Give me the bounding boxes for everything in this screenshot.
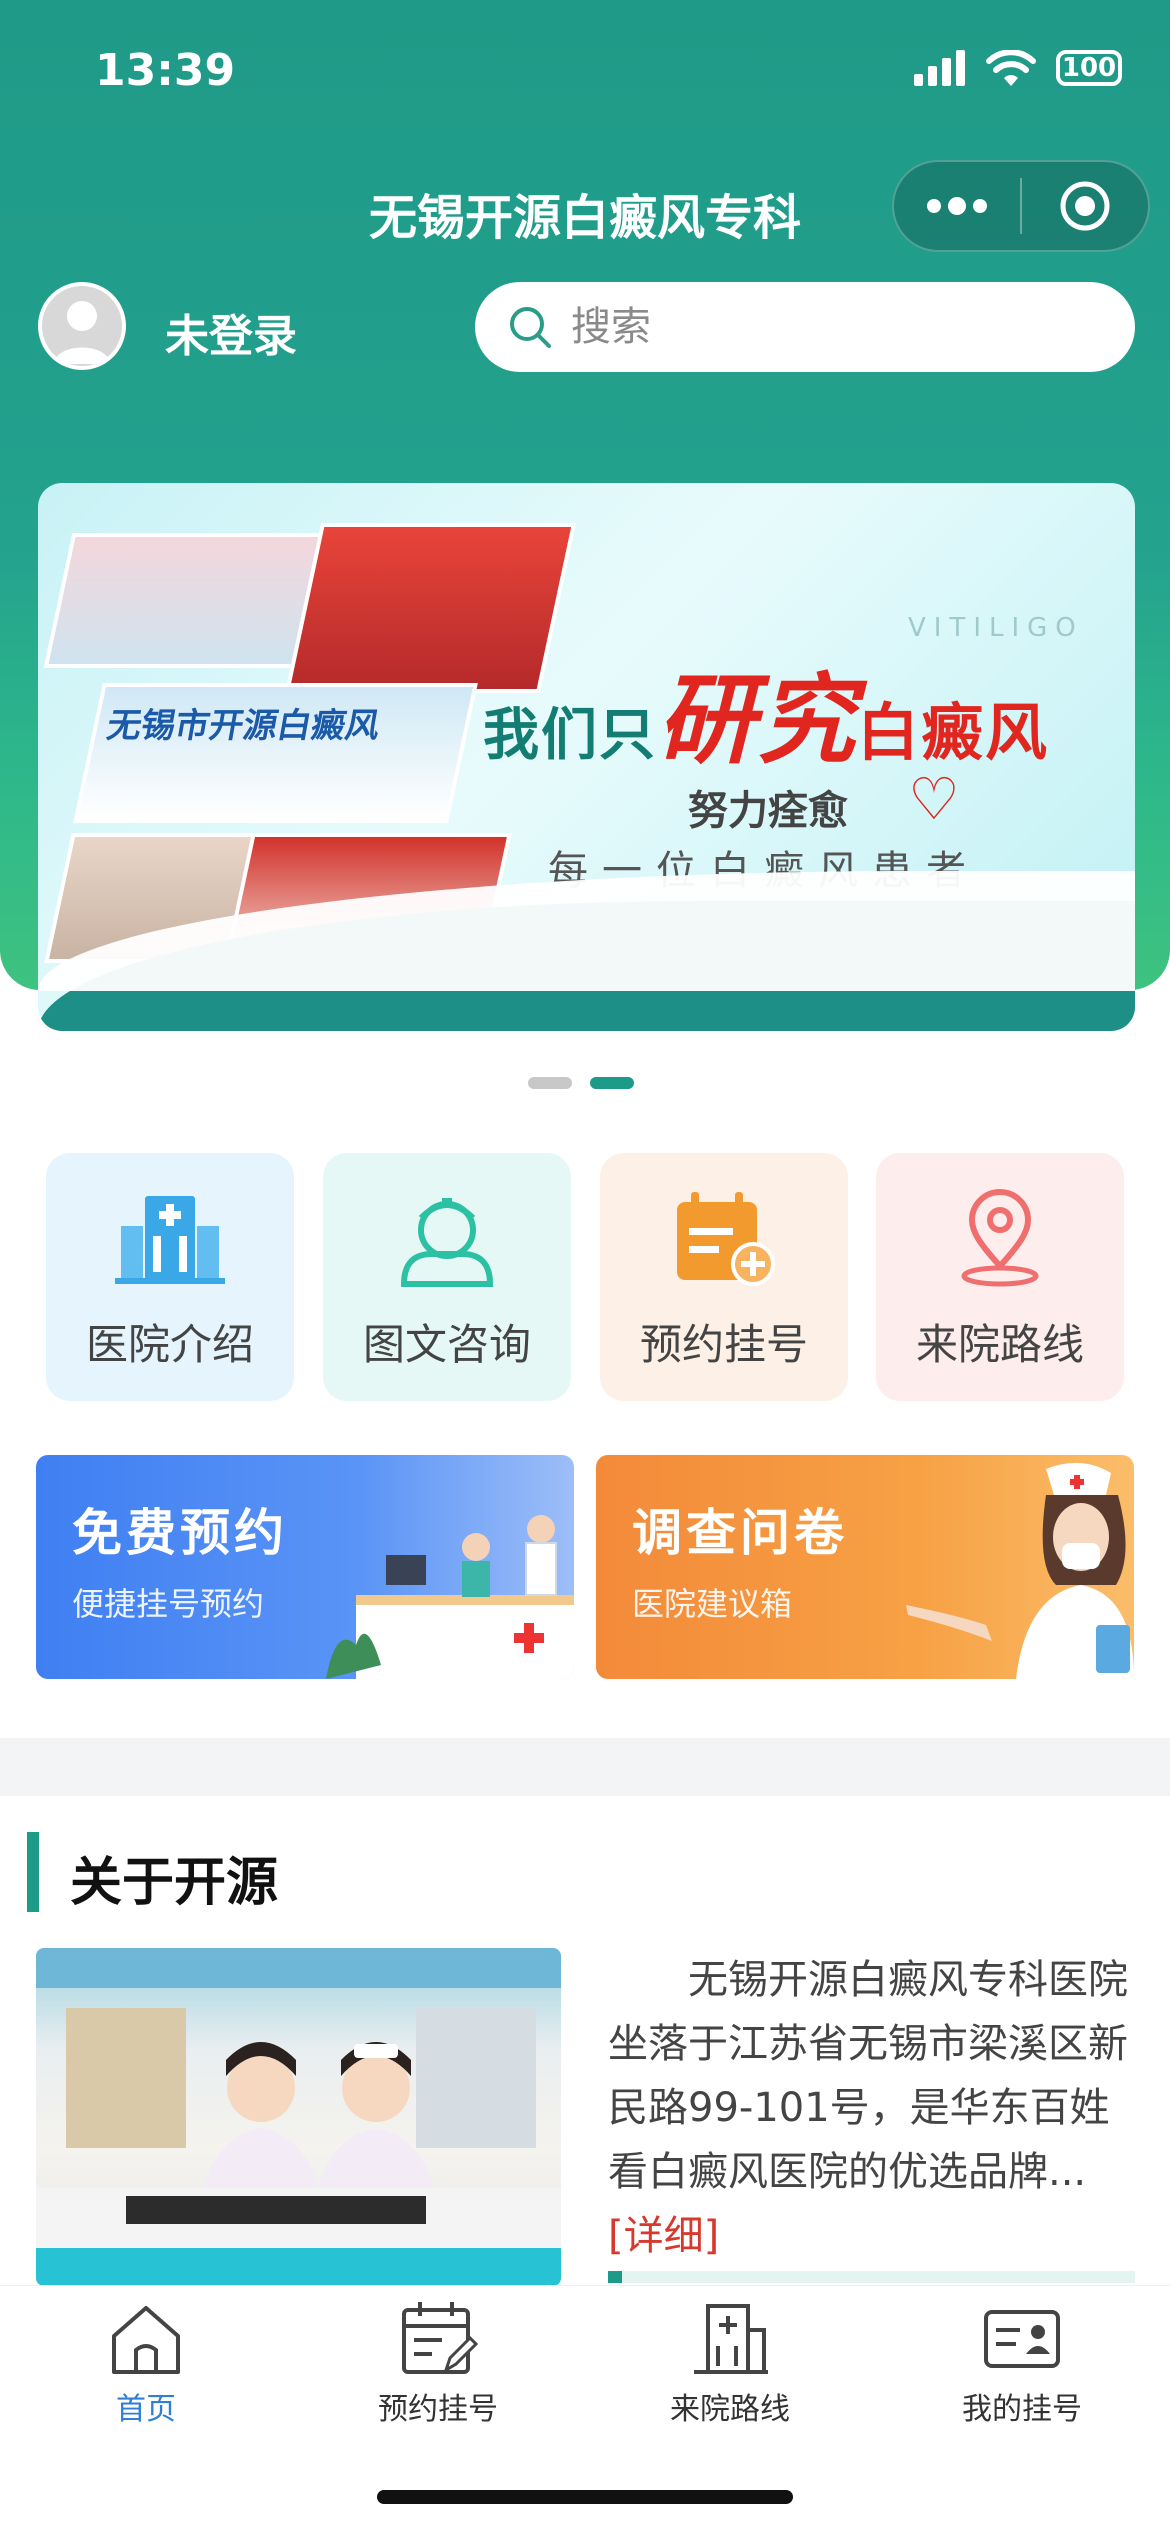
survey-subtitle: 医院建议箱 [632,1585,793,1623]
user-avatar[interactable] [38,282,126,370]
home-indicator[interactable] [377,2490,793,2504]
section-divider [0,1738,1170,1796]
banner-caption: 无锡市开源白癜风 [103,706,383,746]
search-input[interactable] [569,303,1093,351]
nurse-illustration [906,1462,1134,1679]
free-appointment-title: 免费预约 [72,1504,288,1562]
wifi-icon [986,50,1036,86]
about-more-link[interactable]: [详细] [608,2213,719,2259]
reception-desk-illustration [326,1515,574,1679]
mini-program-capsule [892,160,1150,252]
free-appointment-card[interactable]: 免费预约 便捷挂号预约 [36,1455,574,1679]
quick-nav-hospital-intro[interactable]: 医院介绍 [46,1153,294,1401]
banner-headline-suffix: 白癜风 [857,696,1050,769]
default-avatar-icon [54,301,110,364]
survey-card[interactable]: 调查问卷 医院建议箱 [596,1455,1134,1679]
quick-nav-label: 预约挂号 [639,1320,808,1369]
status-icons: 100 [914,50,1122,86]
quick-nav-appointment[interactable]: 预约挂号 [600,1153,848,1401]
reception-staff-photo [36,1948,561,2286]
carousel-dot-active[interactable] [590,1077,634,1089]
target-circle-icon [1060,181,1110,231]
banner-headline-highlight: 研究 [657,663,858,778]
status-time: 13:39 [95,45,236,96]
banner-carousel[interactable]: 无锡市开源白癜风 VITILIGO 我们只研究白癜风 努力痊愈 ♡ 每一位白癜风… [38,483,1135,1031]
about-section-title: 关于开源 [70,1853,279,1913]
tab-my-registrations[interactable]: 我的挂号 [876,2300,1168,2428]
signal-icon [914,50,965,86]
banner-headline-prefix: 我们只 [483,703,657,768]
search-bar[interactable] [475,282,1135,372]
location-pin-icon [945,1183,1055,1293]
calendar-add-icon [669,1183,779,1293]
tab-label: 来院路线 [670,2392,790,2427]
nurse-consult-icon [392,1183,502,1293]
home-icon [112,2306,180,2374]
carousel-dot[interactable] [528,1077,572,1089]
id-card-icon [984,2310,1060,2368]
about-hospital-photo[interactable] [36,1948,561,2286]
quick-nav-label: 医院介绍 [85,1320,254,1369]
login-status[interactable]: 未登录 [165,300,297,364]
banner-subline: 努力痊愈 [688,788,848,834]
more-dots-icon [927,197,987,215]
tab-label: 预约挂号 [378,2392,498,2427]
tab-home[interactable]: 首页 [0,2300,292,2428]
section-accent-bar [27,1832,39,1912]
heart-icon: ♡ [908,765,960,833]
quick-nav-route[interactable]: 来院路线 [876,1153,1124,1401]
free-appointment-subtitle: 便捷挂号预约 [72,1585,265,1623]
tab-label: 首页 [116,2392,176,2427]
about-text: 无锡开源白癜风专科医院坐落于江苏省无锡市梁溪区新民路99-101号，是华东百姓看… [608,1957,1128,2195]
about-description: 无锡开源白癜风专科医院坐落于江苏省无锡市梁溪区新民路99-101号，是华东百姓看… [608,1948,1128,2268]
hospital-building-icon [115,1183,225,1293]
quick-nav-label: 图文咨询 [362,1320,531,1369]
more-menu-button[interactable] [894,162,1020,250]
hospital-icon [694,2304,768,2374]
carousel-indicator [528,1077,634,1089]
search-icon [510,307,551,348]
calendar-edit-icon [402,2302,478,2374]
about-progress-line [608,2271,1135,2283]
tab-label: 我的挂号 [962,2392,1082,2427]
tab-appointment[interactable]: 预约挂号 [292,2300,584,2428]
tab-route[interactable]: 来院路线 [584,2300,876,2428]
quick-nav-label: 来院路线 [915,1320,1084,1369]
banner-vitiligo-text: VITILIGO [908,613,1084,643]
close-program-button[interactable] [1022,162,1148,250]
survey-title: 调查问卷 [632,1504,848,1562]
battery-indicator: 100 [1056,50,1122,86]
quick-nav-consult[interactable]: 图文咨询 [323,1153,571,1401]
banner-headline: 我们只研究白癜风 [483,641,1049,783]
